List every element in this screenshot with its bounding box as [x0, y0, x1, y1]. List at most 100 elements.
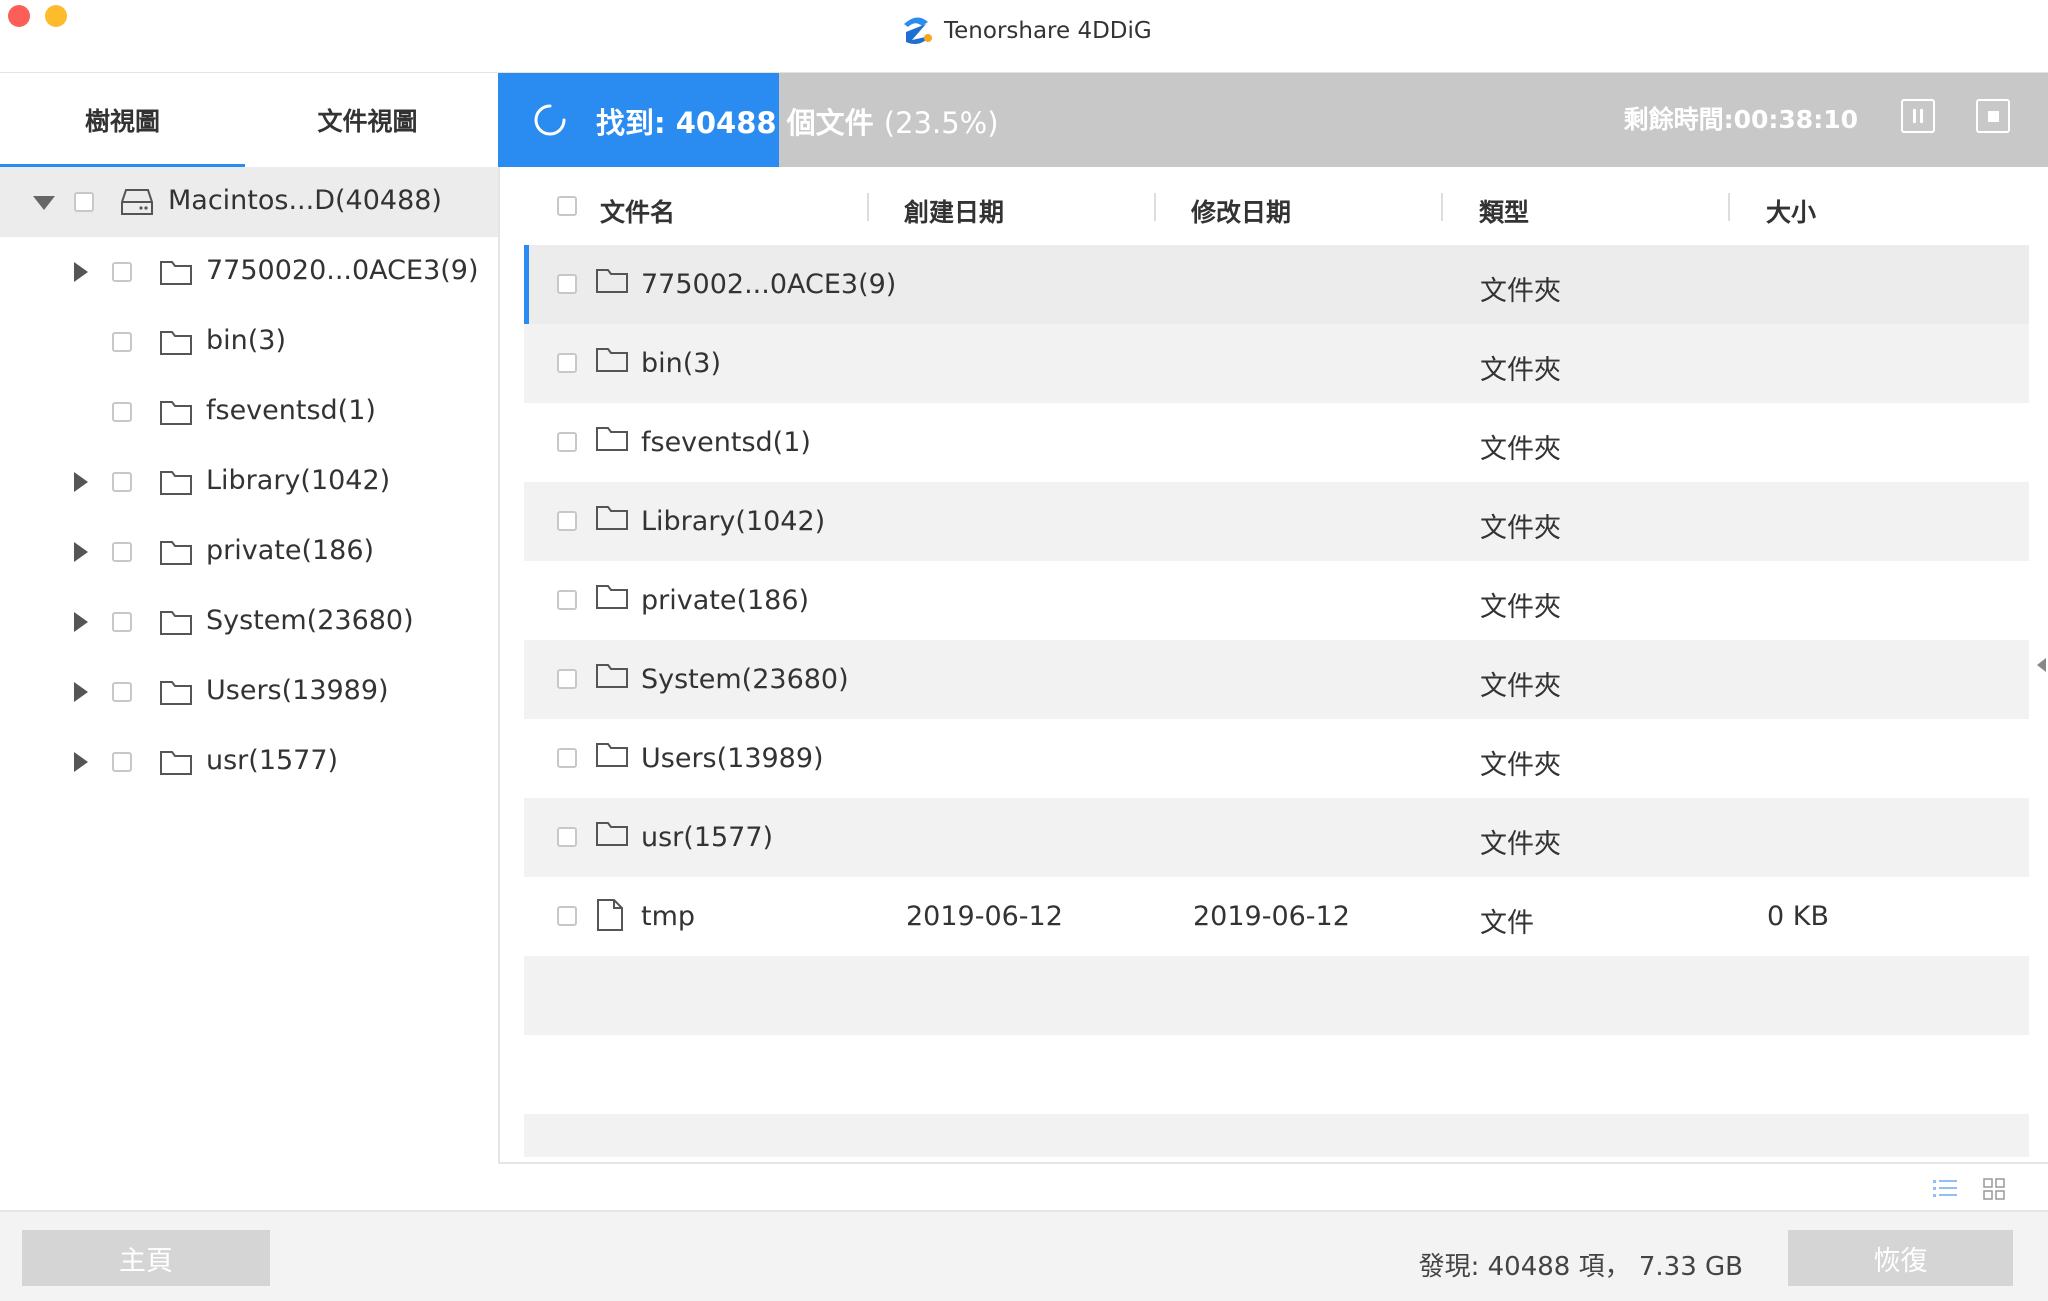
folder-icon — [160, 611, 192, 635]
column-header-modified[interactable]: 修改日期 — [1191, 193, 1291, 229]
folder-icon — [160, 401, 192, 425]
tree-item-folder[interactable]: Users(13989) — [0, 657, 498, 727]
column-header-name[interactable]: 文件名 — [600, 193, 675, 229]
grid-view-icon[interactable] — [1983, 1178, 2005, 1200]
table-row[interactable]: fseventsd(1) 文件夾 — [524, 403, 2029, 482]
scan-progress-bar: 找到: 40488 個文件 (23.5%) 剩餘時間:00:38:10 — [498, 73, 2048, 167]
tree-item-folder[interactable]: bin(3) — [0, 307, 498, 377]
tree-item-folder[interactable]: usr(1577) — [0, 727, 498, 797]
folder-icon — [596, 506, 628, 530]
table-row[interactable]: 775002...0ACE3(9) 文件夾 — [524, 245, 2029, 324]
folder-icon — [160, 471, 192, 495]
close-window-button[interactable] — [8, 5, 30, 27]
folder-icon — [596, 743, 628, 767]
cell-type: 文件夾 — [1480, 434, 1561, 465]
tree-checkbox[interactable] — [74, 192, 94, 212]
tree-item-label: Users(13989) — [206, 675, 389, 706]
collapse-arrow-icon[interactable] — [33, 196, 55, 210]
stop-icon — [1987, 110, 1999, 122]
table-row[interactable]: System(23680) 文件夾 — [524, 640, 2029, 719]
column-divider — [867, 193, 869, 221]
expand-arrow-icon[interactable] — [74, 262, 88, 282]
folder-icon — [596, 427, 628, 451]
table-row[interactable]: tmp 2019-06-12 2019-06-12 文件 0 KB — [524, 877, 2029, 956]
cell-name: Users(13989) — [641, 743, 824, 774]
tree-checkbox[interactable] — [112, 542, 132, 562]
column-divider — [1154, 193, 1156, 221]
cell-name: Library(1042) — [641, 506, 826, 537]
tree-checkbox[interactable] — [112, 332, 132, 352]
row-checkbox[interactable] — [557, 748, 577, 768]
tree-item-label: Library(1042) — [206, 465, 391, 496]
folder-icon — [160, 331, 192, 355]
tree-checkbox[interactable] — [112, 262, 132, 282]
cell-type: 文件夾 — [1480, 829, 1561, 860]
expand-arrow-icon[interactable] — [74, 682, 88, 702]
folder-icon — [596, 664, 628, 688]
tree-checkbox[interactable] — [112, 472, 132, 492]
tree-checkbox[interactable] — [112, 612, 132, 632]
pause-scan-button[interactable] — [1901, 99, 1935, 133]
list-view-icon[interactable] — [1933, 1178, 1957, 1200]
column-header-created[interactable]: 創建日期 — [904, 193, 1004, 229]
folder-icon — [160, 261, 192, 285]
home-button[interactable]: 主頁 — [22, 1230, 270, 1286]
row-checkbox[interactable] — [557, 432, 577, 452]
found-count-text: 找到: 40488 個文件 — [596, 106, 874, 140]
column-header-size[interactable]: 大小 — [1766, 193, 1816, 229]
table-row[interactable]: private(186) 文件夾 — [524, 561, 2029, 640]
expand-arrow-icon[interactable] — [74, 612, 88, 632]
row-checkbox[interactable] — [557, 827, 577, 847]
file-icon — [597, 899, 623, 931]
expand-arrow-icon[interactable] — [74, 752, 88, 772]
collapse-sidebar-arrow-icon[interactable] — [2037, 658, 2046, 672]
tree-checkbox[interactable] — [112, 682, 132, 702]
select-all-checkbox[interactable] — [557, 196, 577, 216]
bottom-bar: 主頁 發現: 40488 項， 7.33 GB 恢復 — [0, 1210, 2048, 1301]
column-divider — [1728, 193, 1730, 221]
row-checkbox[interactable] — [557, 590, 577, 610]
table-row[interactable]: bin(3) 文件夾 — [524, 324, 2029, 403]
cell-name: tmp — [641, 901, 696, 932]
tree-item-folder[interactable]: Library(1042) — [0, 447, 498, 517]
tree-checkbox[interactable] — [112, 402, 132, 422]
cell-name: private(186) — [641, 585, 810, 616]
row-checkbox[interactable] — [557, 353, 577, 373]
row-checkbox[interactable] — [557, 511, 577, 531]
expand-arrow-icon[interactable] — [74, 542, 88, 562]
tree-checkbox[interactable] — [112, 752, 132, 772]
table-row[interactable]: Library(1042) 文件夾 — [524, 482, 2029, 561]
loading-spinner-icon — [534, 104, 566, 136]
table-row[interactable]: usr(1577) 文件夾 — [524, 798, 2029, 877]
tree-item-folder[interactable]: private(186) — [0, 517, 498, 587]
tree-item-folder[interactable]: System(23680) — [0, 587, 498, 657]
column-header-type[interactable]: 類型 — [1479, 193, 1529, 229]
app-logo-icon — [904, 17, 932, 44]
row-checkbox[interactable] — [557, 669, 577, 689]
cell-type: 文件夾 — [1480, 276, 1561, 307]
tree-item-label: 7750020...0ACE3(9) — [206, 255, 479, 286]
scan-percent-text: (23.5%) — [883, 106, 999, 140]
app-title-text: Tenorshare 4DDiG — [944, 18, 1152, 44]
minimize-window-button[interactable] — [45, 5, 67, 27]
tree-item-folder[interactable]: fseventsd(1) — [0, 377, 498, 447]
cell-created: 2019-06-12 — [906, 901, 1063, 932]
view-tabs: 樹視圖 文件視圖 — [0, 73, 498, 168]
tree-item-label: usr(1577) — [206, 745, 339, 776]
table-row[interactable]: Users(13989) 文件夾 — [524, 719, 2029, 798]
folder-icon — [596, 585, 628, 609]
tab-tree-view[interactable]: 樹視圖 — [0, 73, 245, 167]
expand-arrow-icon[interactable] — [74, 472, 88, 492]
cell-name: System(23680) — [641, 664, 849, 695]
cell-type: 文件夾 — [1480, 513, 1561, 544]
recover-button[interactable]: 恢復 — [1788, 1230, 2013, 1286]
row-checkbox[interactable] — [557, 274, 577, 294]
tab-file-view[interactable]: 文件視圖 — [245, 73, 490, 167]
tree-item-folder[interactable]: 7750020...0ACE3(9) — [0, 237, 498, 307]
tree-item-root[interactable]: Macintos...D(40488) — [0, 167, 498, 237]
row-checkbox[interactable] — [557, 906, 577, 926]
stop-scan-button[interactable] — [1976, 99, 2010, 133]
cell-name: fseventsd(1) — [641, 427, 811, 458]
found-files-status: 找到: 40488 個文件 (23.5%) — [596, 100, 999, 142]
folder-icon — [160, 681, 192, 705]
